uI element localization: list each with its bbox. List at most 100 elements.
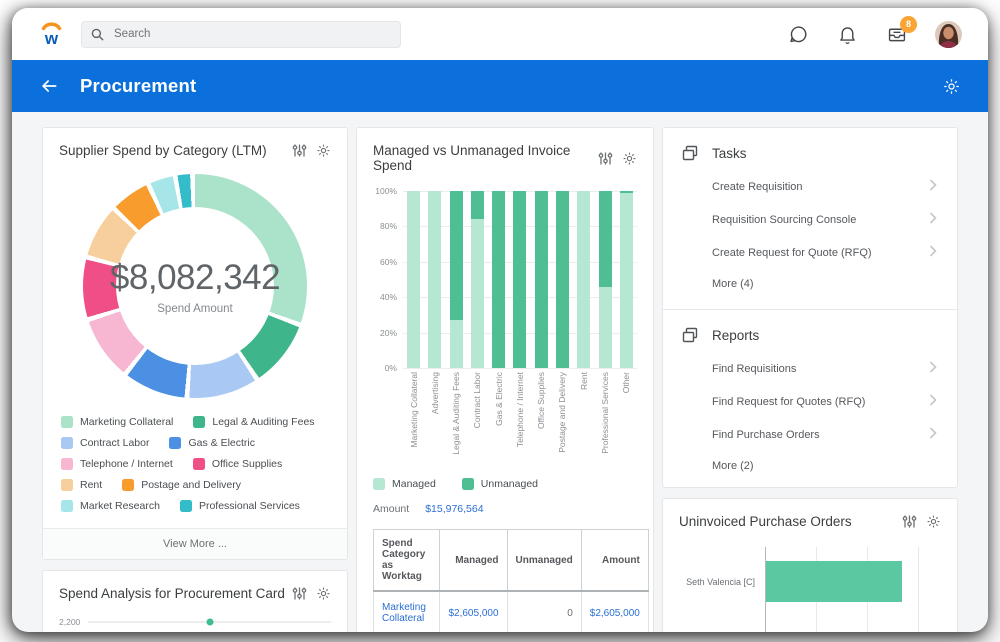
chart-legend: ManagedUnmanaged [357, 466, 653, 490]
view-more-button[interactable]: View More ... [43, 528, 347, 559]
report-item[interactable]: Find Purchase Orders [681, 418, 939, 451]
inbox-badge: 8 [900, 16, 917, 33]
x-axis-label: Office Supplies [535, 372, 548, 466]
table-cell-link-amount[interactable]: $2,605,000 [581, 591, 648, 632]
unmanaged-segment[interactable] [556, 191, 569, 368]
workday-logo[interactable]: w [38, 19, 65, 49]
y-tick-label: 100% [375, 187, 397, 196]
user-avatar[interactable] [935, 21, 962, 48]
task-item[interactable]: Requisition Sourcing Console [681, 203, 939, 236]
gear-icon[interactable] [316, 586, 331, 601]
unmanaged-segment[interactable] [492, 191, 505, 368]
task-item[interactable]: Create Request for Quote (RFQ) [681, 236, 939, 269]
x-axis-label: Other [620, 372, 633, 466]
report-item[interactable]: Find Requisitions [681, 352, 939, 385]
legend-swatch [61, 458, 73, 470]
x-axis-label: Professional Services [599, 372, 612, 466]
gear-icon[interactable] [926, 514, 941, 529]
chart-settings-sliders-icon[interactable] [598, 151, 613, 166]
stacked-bar[interactable] [450, 191, 463, 368]
managed-segment[interactable] [620, 193, 633, 368]
item-label: Find Purchase Orders [712, 429, 820, 441]
stacked-bar[interactable] [428, 191, 441, 368]
stacked-bar[interactable] [599, 191, 612, 368]
chevron-right-icon [929, 361, 937, 376]
legend-item: Rent [61, 479, 102, 491]
stacked-windows-icon [681, 326, 699, 344]
card-title: Managed vs Unmanaged Invoice Spend [373, 143, 598, 173]
stacked-bar[interactable] [556, 191, 569, 368]
search-bar[interactable] [81, 21, 401, 48]
legend-label: Telephone / Internet [80, 458, 173, 470]
reports-section: Reports Find RequisitionsFind Request fo… [663, 310, 957, 487]
unmanaged-segment[interactable] [450, 191, 463, 320]
spend-amount-label: Spend Amount [157, 303, 232, 315]
legend-label: Office Supplies [212, 458, 282, 470]
gear-icon[interactable] [622, 151, 637, 166]
notifications-bell-icon[interactable] [837, 24, 858, 45]
legend-item: Market Research [61, 500, 160, 512]
stacked-bar[interactable] [620, 191, 633, 368]
x-axis-label: Contract Labor [471, 372, 484, 466]
y-tick-label: 80% [380, 222, 397, 231]
card-title: Supplier Spend by Category (LTM) [59, 143, 292, 158]
page-title: Procurement [80, 75, 196, 97]
chart-settings-sliders-icon[interactable] [292, 143, 307, 158]
stacked-bar[interactable] [535, 191, 548, 368]
chevron-right-icon [929, 427, 937, 442]
legend-swatch [61, 479, 73, 491]
stacked-bar[interactable] [577, 191, 590, 368]
amount-value-link[interactable]: $15,976,564 [425, 503, 483, 515]
gridline [918, 547, 919, 632]
header-gear-icon[interactable] [942, 77, 961, 96]
task-item[interactable]: Create Requisition [681, 170, 939, 203]
donut-legend: Marketing CollateralLegal & Auditing Fee… [43, 398, 347, 522]
legend-swatch [122, 479, 134, 491]
y-tick-label: 0% [385, 364, 397, 373]
column-left: Supplier Spend by Category (LTM) [42, 127, 348, 632]
unmanaged-segment[interactable] [471, 191, 484, 219]
chart-settings-sliders-icon[interactable] [902, 514, 917, 529]
managed-segment[interactable] [599, 287, 612, 368]
managed-segment[interactable] [450, 320, 463, 368]
amount-label: Amount [373, 503, 409, 515]
dashboard-content: Supplier Spend by Category (LTM) [12, 112, 988, 632]
stacked-bar[interactable] [407, 191, 420, 368]
line-chart-preview: 2,200 [43, 609, 347, 632]
spend-category-table: Spend Category as WorktagManagedUnmanage… [373, 529, 649, 632]
unmanaged-segment[interactable] [599, 191, 612, 287]
legend-swatch [61, 416, 73, 428]
report-item[interactable]: Find Request for Quotes (RFQ) [681, 385, 939, 418]
managed-segment[interactable] [407, 191, 420, 368]
y-tick-label: 2,200 [59, 617, 80, 627]
back-arrow-icon[interactable] [39, 76, 59, 96]
chevron-right-icon [929, 179, 937, 194]
reports-more-button[interactable]: More (2) [681, 451, 939, 477]
donut-chart[interactable]: $8,082,342 Spend Amount [83, 174, 307, 398]
stacked-bar[interactable] [513, 191, 526, 368]
inbox-icon[interactable]: 8 [886, 24, 907, 45]
unmanaged-segment[interactable] [513, 191, 526, 368]
table-row: Marketing Collateral$2,605,0000$2,605,00… [374, 591, 649, 632]
data-point[interactable] [206, 619, 213, 626]
chat-icon[interactable] [788, 24, 809, 45]
managed-segment[interactable] [577, 191, 590, 368]
horizontal-bar[interactable] [766, 561, 902, 602]
y-axis: 100%80%60%40%20%0% [373, 191, 403, 368]
table-cell-link-amount[interactable]: $2,605,000 [440, 591, 507, 632]
legend-item: Marketing Collateral [61, 416, 173, 428]
table-cell-link-category[interactable]: Marketing Collateral [374, 591, 440, 632]
managed-segment[interactable] [428, 191, 441, 368]
chart-settings-sliders-icon[interactable] [292, 586, 307, 601]
search-icon [91, 28, 104, 41]
legend-item: Postage and Delivery [122, 479, 241, 491]
y-tick-label: 40% [380, 293, 397, 302]
unmanaged-segment[interactable] [535, 191, 548, 368]
search-input[interactable] [112, 27, 391, 41]
stacked-bar[interactable] [471, 191, 484, 368]
x-axis-label: Postage and Delivery [556, 372, 569, 466]
stacked-bar[interactable] [492, 191, 505, 368]
managed-segment[interactable] [471, 219, 484, 368]
gear-icon[interactable] [316, 143, 331, 158]
tasks-more-button[interactable]: More (4) [681, 269, 939, 295]
